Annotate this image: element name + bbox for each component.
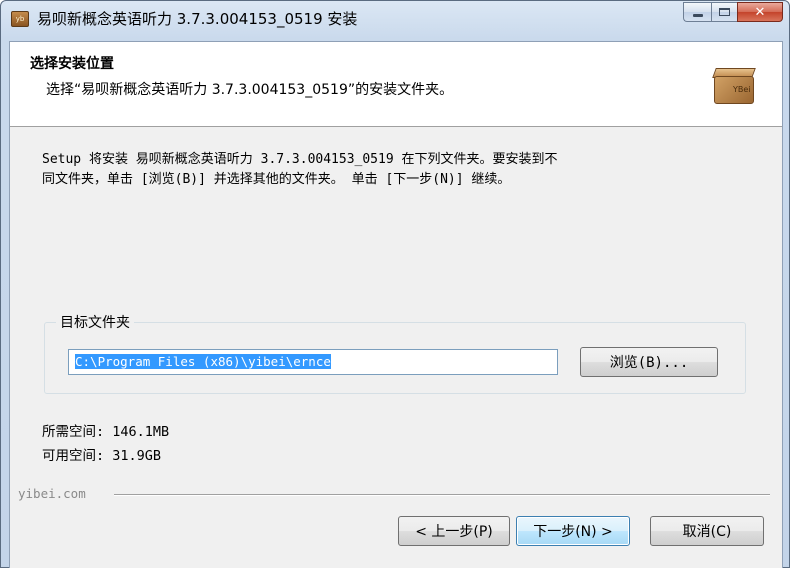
maximize-icon	[719, 8, 730, 16]
page-subtitle: 选择“易呗新概念英语听力 3.7.3.004153_0519”的安装文件夹。	[46, 82, 454, 98]
install-description: Setup 将安装 易呗新概念英语听力 3.7.3.004153_0519 在下…	[42, 150, 762, 190]
close-icon: ✕	[754, 4, 766, 20]
minimize-button[interactable]	[683, 2, 711, 22]
maximize-button[interactable]	[711, 2, 737, 22]
description-line-1: Setup 将安装 易呗新概念英语听力 3.7.3.004153_0519 在下…	[42, 152, 558, 167]
brand-text: yibei.com	[18, 486, 86, 501]
app-icon: yb	[11, 11, 29, 27]
description-line-2: 同文件夹，单击 [浏览(B)] 并选择其他的文件夹。 单击 [下一步(N)] 继…	[42, 172, 511, 187]
destination-folder-label: 目标文件夹	[56, 312, 134, 332]
minimize-icon	[692, 13, 703, 17]
next-button[interactable]: 下一步(N) >	[516, 516, 630, 546]
installer-page: 选择安装位置 选择“易呗新概念英语听力 3.7.3.004153_0519”的安…	[9, 41, 783, 568]
space-required: 所需空间: 146.1MB	[42, 424, 170, 440]
logo-text: YBei	[733, 85, 751, 94]
back-button[interactable]: < 上一步(P)	[398, 516, 510, 546]
package-box-icon: YBei	[708, 64, 760, 110]
browse-button[interactable]: 浏览(B)...	[580, 347, 718, 377]
page-title: 选择安装位置	[30, 56, 114, 72]
window-controls: ✕	[683, 2, 783, 24]
window-title: 易呗新概念英语听力 3.7.3.004153_0519 安装	[37, 10, 358, 28]
close-button[interactable]: ✕	[737, 2, 783, 22]
space-available: 可用空间: 31.9GB	[42, 448, 162, 464]
cancel-button[interactable]: 取消(C)	[650, 516, 764, 546]
footer-divider	[114, 494, 770, 496]
page-header: 选择安装位置 选择“易呗新概念英语听力 3.7.3.004153_0519”的安…	[10, 42, 782, 127]
installer-window: yb 易呗新概念英语听力 3.7.3.004153_0519 安装 ✕ 选择安装…	[0, 0, 790, 568]
destination-path-value: C:\Program Files (x86)\yibei\ernce	[75, 354, 331, 369]
title-bar[interactable]: yb 易呗新概念英语听力 3.7.3.004153_0519 安装 ✕	[1, 1, 789, 37]
destination-path-input[interactable]: C:\Program Files (x86)\yibei\ernce	[68, 349, 558, 375]
